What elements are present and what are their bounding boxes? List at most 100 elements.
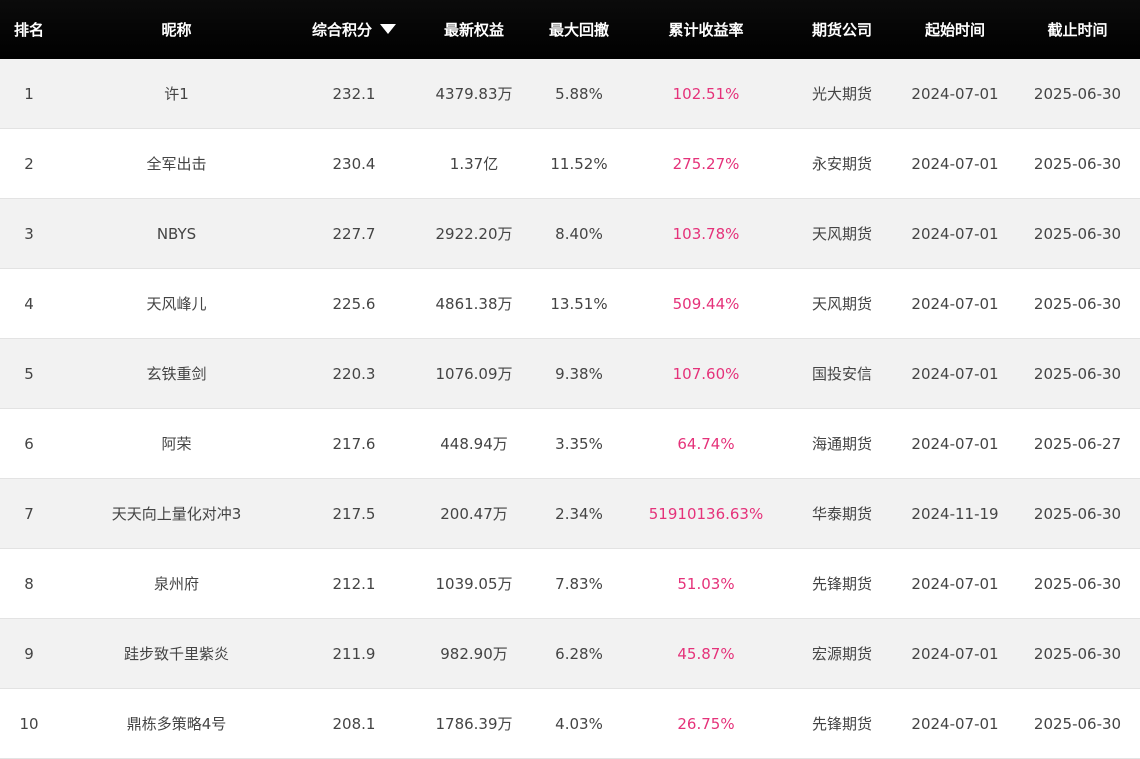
col-header-return: 累计收益率 xyxy=(623,0,789,59)
cell-return: 102.51% xyxy=(623,59,789,129)
cell-rank: 7 xyxy=(0,478,58,549)
cell-drawdown: 8.40% xyxy=(535,198,623,269)
cell-equity: 1076.09万 xyxy=(413,338,535,409)
cell-end: 2025-06-30 xyxy=(1015,268,1140,339)
col-header-nickname: 昵称 xyxy=(58,0,295,59)
cell-end: 2025-06-30 xyxy=(1015,478,1140,549)
cell-return: 107.60% xyxy=(623,338,789,409)
cell-equity: 982.90万 xyxy=(413,618,535,689)
col-header-score-label: 综合积分 xyxy=(311,21,372,39)
cell-return: 51910136.63% xyxy=(623,478,789,549)
cell-start: 2024-07-01 xyxy=(895,408,1015,479)
table-row: 4 天风峰儿 225.6 4861.38万 13.51% 509.44% 天风期货 2024-… xyxy=(0,268,1140,339)
cell-company: 宏源期货 xyxy=(789,618,895,689)
cell-rank: 10 xyxy=(0,688,58,759)
cell-return: 64.74% xyxy=(623,408,789,479)
cell-nickname: 阿荣 xyxy=(58,408,295,479)
col-header-drawdown: 最大回撤 xyxy=(535,0,623,59)
cell-equity: 200.47万 xyxy=(413,478,535,549)
cell-company: 先锋期货 xyxy=(789,548,895,619)
cell-rank: 6 xyxy=(0,408,58,479)
cell-equity: 1039.05万 xyxy=(413,548,535,619)
cell-rank: 8 xyxy=(0,548,58,619)
table-row: 5 玄铁重剑 220.3 1076.09万 9.38% 107.60% 国投安信 2024-0… xyxy=(0,338,1140,409)
cell-company: 华泰期货 xyxy=(789,478,895,549)
cell-nickname: 跬步致千里紫炎 xyxy=(58,618,295,689)
cell-start: 2024-07-01 xyxy=(895,59,1015,129)
cell-score: 208.1 xyxy=(295,688,413,759)
cell-nickname: NBYS xyxy=(58,198,295,269)
cell-rank: 9 xyxy=(0,618,58,689)
header-row: 排名 昵称 综合积分 最新权益 最大回撤 累计收益率 期货公司 起始时间 截止时… xyxy=(0,0,1140,59)
table-row: 7 天天向上量化对冲3 217.5 200.47万 2.34% 51910136.63% 华… xyxy=(0,478,1140,549)
cell-start: 2024-07-01 xyxy=(895,128,1015,199)
cell-company: 永安期货 xyxy=(789,128,895,199)
table-row: 1 许1 232.1 4379.83万 5.88% 102.51% 光大期货 2024-07-… xyxy=(0,59,1140,129)
cell-nickname: 鼎栋多策略4号 xyxy=(58,688,295,759)
cell-company: 海通期货 xyxy=(789,408,895,479)
cell-nickname: 全军出击 xyxy=(58,128,295,199)
cell-drawdown: 4.03% xyxy=(535,688,623,759)
cell-return: 26.75% xyxy=(623,688,789,759)
col-header-end: 截止时间 xyxy=(1015,0,1140,59)
cell-company: 先锋期货 xyxy=(789,688,895,759)
cell-score: 227.7 xyxy=(295,198,413,269)
cell-drawdown: 2.34% xyxy=(535,478,623,549)
cell-score: 220.3 xyxy=(295,338,413,409)
cell-drawdown: 7.83% xyxy=(535,548,623,619)
cell-drawdown: 11.52% xyxy=(535,128,623,199)
table-row: 8 泉州府 212.1 1039.05万 7.83% 51.03% 先锋期货 2024-07-… xyxy=(0,548,1140,619)
table-body: 1 许1 232.1 4379.83万 5.88% 102.51% 光大期货 2024-07-… xyxy=(0,59,1140,759)
cell-return: 45.87% xyxy=(623,618,789,689)
cell-drawdown: 3.35% xyxy=(535,408,623,479)
table-row: 9 跬步致千里紫炎 211.9 982.90万 6.28% 45.87% 宏源期货 2024-… xyxy=(0,618,1140,689)
cell-rank: 5 xyxy=(0,338,58,409)
cell-score: 212.1 xyxy=(295,548,413,619)
col-header-equity: 最新权益 xyxy=(413,0,535,59)
cell-start: 2024-07-01 xyxy=(895,618,1015,689)
ranking-table: 排名 昵称 综合积分 最新权益 最大回撤 累计收益率 期货公司 起始时间 截止时… xyxy=(0,0,1140,759)
table-row: 3 NBYS 227.7 2922.20万 8.40% 103.78% 天风期货 2024-0… xyxy=(0,198,1140,269)
table-row: 10 鼎栋多策略4号 208.1 1786.39万 4.03% 26.75% 先锋期货 202… xyxy=(0,688,1140,759)
cell-company: 天风期货 xyxy=(789,268,895,339)
cell-start: 2024-11-19 xyxy=(895,478,1015,549)
cell-end: 2025-06-30 xyxy=(1015,59,1140,129)
cell-nickname: 玄铁重剑 xyxy=(58,338,295,409)
cell-drawdown: 13.51% xyxy=(535,268,623,339)
col-header-company: 期货公司 xyxy=(789,0,895,59)
table-header: 排名 昵称 综合积分 最新权益 最大回撤 累计收益率 期货公司 起始时间 截止时… xyxy=(0,0,1140,59)
cell-end: 2025-06-27 xyxy=(1015,408,1140,479)
cell-return: 103.78% xyxy=(623,198,789,269)
cell-drawdown: 5.88% xyxy=(535,59,623,129)
cell-score: 217.5 xyxy=(295,478,413,549)
cell-drawdown: 9.38% xyxy=(535,338,623,409)
cell-equity: 1.37亿 xyxy=(413,128,535,199)
cell-start: 2024-07-01 xyxy=(895,268,1015,339)
cell-score: 225.6 xyxy=(295,268,413,339)
cell-start: 2024-07-01 xyxy=(895,338,1015,409)
cell-company: 光大期货 xyxy=(789,59,895,129)
cell-score: 230.4 xyxy=(295,128,413,199)
cell-score: 211.9 xyxy=(295,618,413,689)
cell-drawdown: 6.28% xyxy=(535,618,623,689)
cell-end: 2025-06-30 xyxy=(1015,128,1140,199)
cell-company: 国投安信 xyxy=(789,338,895,409)
table-row: 2 全军出击 230.4 1.37亿 11.52% 275.27% 永安期货 2024-07-… xyxy=(0,128,1140,199)
table-row: 6 阿荣 217.6 448.94万 3.35% 64.74% 海通期货 2024-07-01… xyxy=(0,408,1140,479)
col-header-rank: 排名 xyxy=(0,0,58,59)
cell-nickname: 泉州府 xyxy=(58,548,295,619)
cell-equity: 2922.20万 xyxy=(413,198,535,269)
cell-equity: 1786.39万 xyxy=(413,688,535,759)
col-header-score[interactable]: 综合积分 xyxy=(295,0,413,59)
cell-end: 2025-06-30 xyxy=(1015,688,1140,759)
col-header-start: 起始时间 xyxy=(895,0,1015,59)
cell-equity: 448.94万 xyxy=(413,408,535,479)
cell-end: 2025-06-30 xyxy=(1015,338,1140,409)
sort-desc-icon[interactable] xyxy=(380,24,396,34)
cell-end: 2025-06-30 xyxy=(1015,198,1140,269)
cell-equity: 4861.38万 xyxy=(413,268,535,339)
cell-rank: 1 xyxy=(0,59,58,129)
cell-rank: 2 xyxy=(0,128,58,199)
cell-equity: 4379.83万 xyxy=(413,59,535,129)
cell-end: 2025-06-30 xyxy=(1015,618,1140,689)
